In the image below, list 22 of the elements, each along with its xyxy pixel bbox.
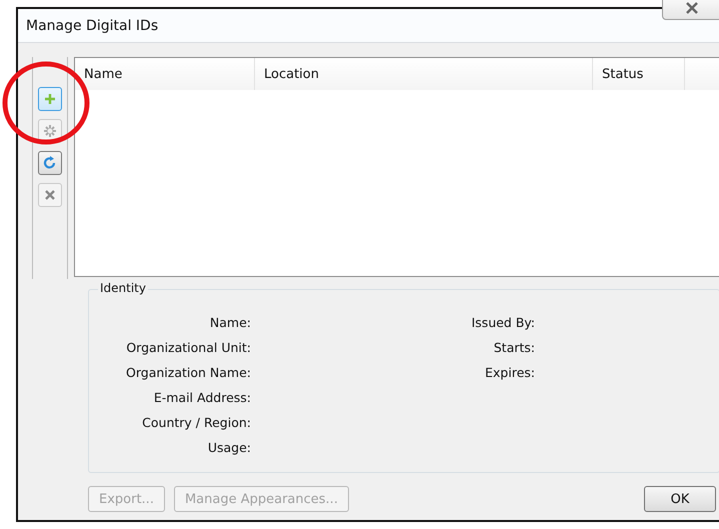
column-header[interactable]: Location [255, 58, 593, 90]
close-icon [684, 2, 700, 14]
refresh-icon [42, 155, 58, 171]
field-label: Issued By: [471, 314, 535, 332]
field-label: Name: [210, 314, 251, 332]
window-title: Manage Digital IDs [26, 18, 158, 34]
field-label: Starts: [494, 339, 535, 357]
add-button[interactable] [38, 87, 62, 111]
field-label: Country / Region: [142, 414, 251, 432]
group-title: Identity [98, 281, 148, 295]
close-button[interactable] [662, 0, 719, 20]
gear-icon [42, 123, 58, 139]
plus-icon [42, 91, 58, 107]
column-header[interactable]: Name [75, 58, 255, 90]
column-header[interactable]: Status [593, 58, 685, 90]
ok-button[interactable]: OK [644, 486, 716, 512]
field-label: Organization Name: [126, 364, 251, 382]
field-label: Organizational Unit: [126, 339, 251, 357]
field-label: Expires: [485, 364, 535, 382]
refresh-button[interactable] [38, 151, 62, 175]
field-label: Usage: [208, 439, 251, 457]
field-label: E-mail Address: [154, 389, 251, 407]
